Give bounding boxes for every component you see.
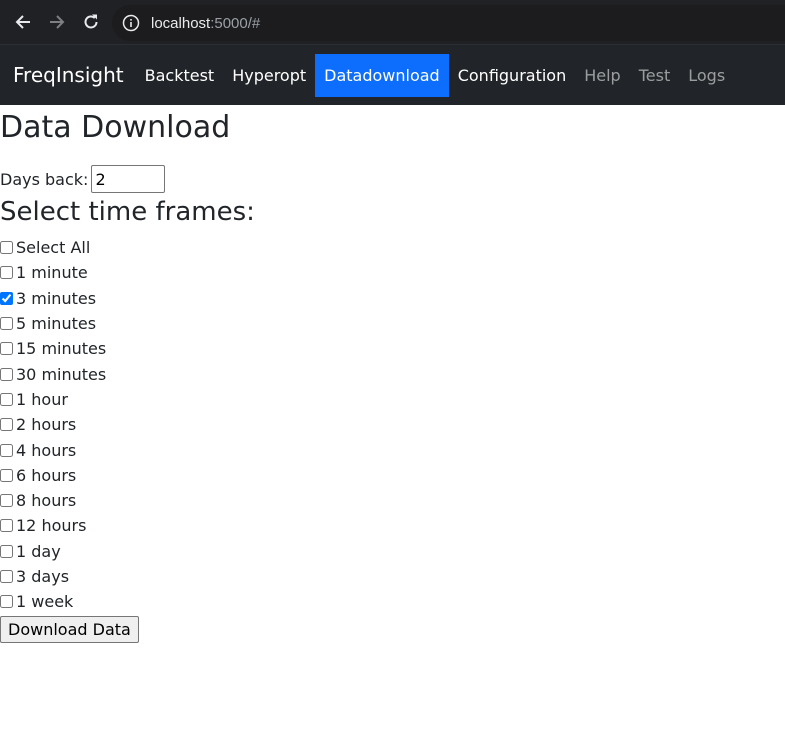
timeframe-label: 1 hour xyxy=(16,389,68,409)
timeframe-option[interactable]: 1 minute xyxy=(0,260,785,285)
nav-link-test[interactable]: Test xyxy=(630,54,680,97)
timeframe-checkbox-6h[interactable] xyxy=(0,468,13,482)
timeframe-options: Select All 1 minute 3 minutes 5 minutes … xyxy=(0,235,785,614)
days-back-input[interactable] xyxy=(91,165,166,193)
timeframe-label: 15 minutes xyxy=(16,339,107,359)
nav-link-hyperopt[interactable]: Hyperopt xyxy=(223,54,315,97)
url-text: localhost:5000/# xyxy=(151,15,260,32)
timeframe-option[interactable]: 8 hours xyxy=(0,488,785,513)
timeframe-checkbox-1w[interactable] xyxy=(0,595,13,609)
timeframe-option[interactable]: 1 hour xyxy=(0,387,785,412)
nav-link-datadownload[interactable]: Datadownload xyxy=(315,53,449,97)
timeframe-option[interactable]: 3 minutes xyxy=(0,286,785,311)
timeframe-checkbox-1m[interactable] xyxy=(0,266,13,280)
page-title: Data Download xyxy=(0,110,231,145)
timeframe-label: 2 hours xyxy=(16,415,77,435)
timeframe-label: 3 minutes xyxy=(16,288,97,308)
timeframe-label: 12 hours xyxy=(16,516,87,536)
timeframe-label: 6 hours xyxy=(16,465,77,485)
brand-logo-text[interactable]: FreqInsight xyxy=(13,63,124,87)
timeframe-label: 1 week xyxy=(16,592,74,612)
timeframe-option[interactable]: Select All xyxy=(0,235,785,260)
timeframe-checkbox-4h[interactable] xyxy=(0,443,13,457)
timeframes-heading: Select time frames: xyxy=(0,197,255,227)
timeframe-checkbox-2h[interactable] xyxy=(0,418,13,432)
timeframe-label: 4 hours xyxy=(16,440,77,460)
browser-toolbar: localhost:5000/# xyxy=(0,0,785,44)
timeframe-label: 3 days xyxy=(16,567,70,586)
timeframe-option[interactable]: 6 hours xyxy=(0,463,785,488)
days-back-label: Days back: xyxy=(0,169,89,189)
timeframe-checkbox-8h[interactable] xyxy=(0,494,13,508)
timeframe-label: 1 minute xyxy=(16,263,88,283)
forward-arrow-icon[interactable] xyxy=(40,5,74,39)
days-back-row: Days back: xyxy=(0,165,785,193)
main-content: Data Download Days back: Select time fra… xyxy=(0,109,785,644)
timeframe-label: Select All xyxy=(16,238,91,258)
timeframe-checkbox-select-all[interactable] xyxy=(0,241,13,255)
address-bar[interactable]: localhost:5000/# xyxy=(112,5,785,41)
timeframe-checkbox-30m[interactable] xyxy=(0,367,13,381)
timeframe-option[interactable]: 3 days xyxy=(0,564,785,589)
app-navbar: FreqInsight Backtest Hyperopt Datadownlo… xyxy=(0,44,785,105)
timeframe-checkbox-5m[interactable] xyxy=(0,317,13,331)
url-host: localhost xyxy=(151,14,211,32)
url-rest: :5000/# xyxy=(210,14,261,32)
timeframe-option[interactable]: 30 minutes xyxy=(0,361,785,386)
back-arrow-icon[interactable] xyxy=(6,5,40,39)
nav-link-backtest[interactable]: Backtest xyxy=(136,54,224,97)
timeframe-option[interactable]: 1 day xyxy=(0,539,785,564)
nav-link-logs[interactable]: Logs xyxy=(679,54,734,97)
timeframe-checkbox-15m[interactable] xyxy=(0,342,13,356)
timeframe-option[interactable]: 1 week xyxy=(0,589,785,614)
timeframe-checkbox-12h[interactable] xyxy=(0,519,13,533)
nav-link-help[interactable]: Help xyxy=(575,54,629,97)
timeframe-checkbox-3m[interactable] xyxy=(0,291,13,305)
site-info-icon[interactable] xyxy=(122,14,140,32)
timeframe-label: 1 day xyxy=(16,541,61,561)
timeframe-option[interactable]: 12 hours xyxy=(0,513,785,538)
download-data-button[interactable]: Download Data xyxy=(0,616,139,644)
reload-icon[interactable] xyxy=(74,5,108,39)
timeframe-option[interactable]: 15 minutes xyxy=(0,336,785,361)
timeframe-checkbox-1d[interactable] xyxy=(0,544,13,558)
nav-link-configuration[interactable]: Configuration xyxy=(449,54,576,97)
timeframe-checkbox-3d[interactable] xyxy=(0,570,13,583)
timeframe-checkbox-1h[interactable] xyxy=(0,392,13,406)
timeframe-option[interactable]: 5 minutes xyxy=(0,311,785,336)
timeframe-option[interactable]: 2 hours xyxy=(0,412,785,437)
timeframe-label: 30 minutes xyxy=(16,364,107,384)
timeframe-label: 5 minutes xyxy=(16,314,97,334)
timeframe-label: 8 hours xyxy=(16,491,77,511)
timeframe-option[interactable]: 4 hours xyxy=(0,437,785,462)
